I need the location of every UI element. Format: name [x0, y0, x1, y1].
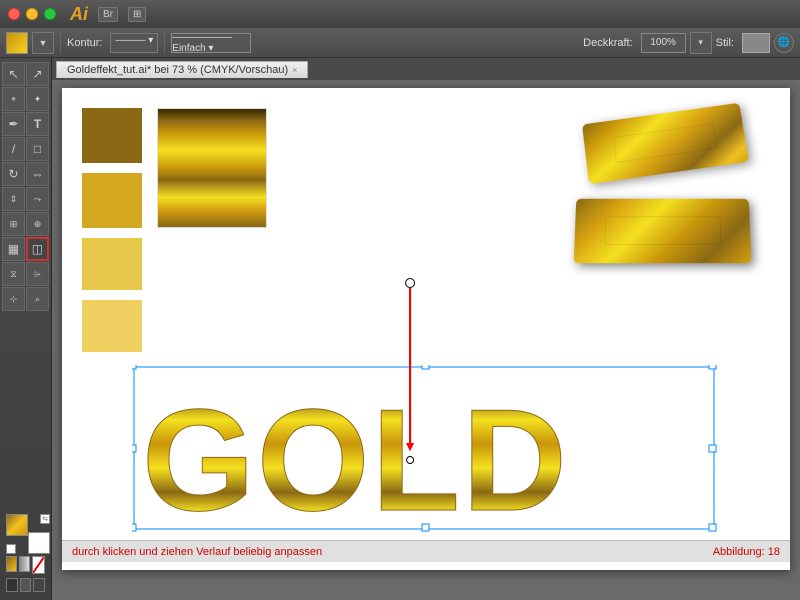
large-gradient-swatch	[157, 108, 267, 228]
width-tools-row: ⇕ ⤳	[2, 187, 49, 211]
pen-tool[interactable]: ✒	[2, 112, 25, 136]
gradient-mode-button[interactable]	[19, 556, 30, 572]
document-tab[interactable]: Goldeffekt_tut.ai* bei 73 % (CMYK/Vorsch…	[56, 61, 308, 78]
swatch-dark-gold	[82, 108, 142, 163]
selection-tools-row: ↖ ↗	[2, 62, 49, 86]
document-canvas[interactable]: ▼	[62, 88, 790, 570]
shape-builder-tool[interactable]: ⊕	[26, 212, 49, 236]
magic-wand-tool[interactable]: ✦	[26, 87, 49, 111]
color-swatches-column	[82, 108, 142, 352]
toolbar: ▼ Kontur: ——— ▾ —————— Einfach ▾ Deckkra…	[0, 28, 800, 58]
gold-text-svg: GOLD GOLD	[132, 365, 722, 535]
gold-bar-bottom	[574, 199, 752, 263]
separator	[60, 33, 61, 53]
kontur-label: Kontur:	[67, 37, 102, 49]
line-tool[interactable]: /	[2, 137, 25, 161]
mirror-tool[interactable]: ⇔	[26, 162, 49, 186]
type-tool[interactable]: T	[26, 112, 49, 136]
gradient-tools-row: ▦ ◫	[2, 237, 49, 261]
graph-tool[interactable]: ▦	[2, 237, 25, 261]
blend-tool[interactable]: ⧖	[2, 262, 25, 286]
rotate-tool[interactable]: ↻	[2, 162, 25, 186]
measure-tool[interactable]: ⊹	[2, 287, 25, 311]
tab-close-button[interactable]: ×	[292, 65, 297, 75]
deckkraft-label: Deckkraft:	[583, 37, 633, 49]
zoom-tools-row: ⊹ ⌕	[2, 287, 49, 311]
titlebar: Ai Br ⊞	[0, 0, 800, 28]
main-area: ↖ ↗ ⌖ ✦ ✒ T / □ ↻ ⇔ ⇕ ⤳ ⊞ ⊕ ▦ ◫	[0, 58, 800, 600]
warp-tool[interactable]: ⤳	[26, 187, 49, 211]
fill-swatch[interactable]	[6, 32, 28, 54]
canvas-content: ▼	[62, 88, 790, 570]
stroke-color-swatch[interactable]	[28, 532, 50, 554]
gradient-arrow-down: ▼	[403, 438, 417, 454]
lasso-tool[interactable]: ⌖	[2, 87, 25, 111]
swatch-light-gold	[82, 238, 142, 290]
screen-full-button[interactable]	[20, 578, 32, 592]
opacity-input[interactable]	[641, 33, 686, 53]
separator2	[164, 33, 165, 53]
gradient-tool-indicator: ▼	[403, 278, 417, 464]
maximize-button[interactable]	[44, 8, 56, 20]
selection-tool[interactable]: ↖	[2, 62, 25, 86]
close-button[interactable]	[8, 8, 20, 20]
rect-tool[interactable]: □	[26, 137, 49, 161]
fill-options[interactable]: ▼	[32, 32, 54, 54]
figure-number: Abbildung: 18	[713, 546, 780, 558]
screen-normal-button[interactable]	[6, 578, 18, 592]
transform-tools-row: ↻ ⇔	[2, 162, 49, 186]
gold-bars-area	[555, 103, 775, 268]
layout-button[interactable]: ⊞	[128, 7, 146, 22]
color-swatches-area: ⇆	[2, 510, 49, 596]
app-icon: Ai	[70, 4, 88, 25]
stroke-style[interactable]: —————— Einfach ▾	[171, 33, 251, 53]
status-bar-canvas: durch klicken und ziehen Verlauf beliebi…	[62, 540, 790, 562]
swatch-bright-gold	[82, 173, 142, 228]
tab-title: Goldeffekt_tut.ai* bei 73 % (CMYK/Vorsch…	[67, 64, 288, 76]
opacity-dropdown[interactable]: ▾	[690, 32, 712, 54]
caption-text: durch klicken und ziehen Verlauf beliebi…	[72, 546, 322, 558]
style-swatch[interactable]	[742, 33, 770, 53]
zoom-tool[interactable]: ⌕	[26, 287, 49, 311]
gradient-tool[interactable]: ◫	[26, 237, 49, 261]
kontur-dropdown[interactable]: ——— ▾	[110, 33, 158, 53]
eyedropper-tool[interactable]: ⌲	[26, 262, 49, 286]
width-tool[interactable]: ⇕	[2, 187, 25, 211]
lasso-tools-row: ⌖ ✦	[2, 87, 49, 111]
gold-bar-top	[582, 103, 749, 184]
color-mode-button[interactable]	[6, 556, 17, 572]
bridge-button[interactable]: Br	[98, 7, 118, 22]
globe-button[interactable]: 🌐	[774, 33, 794, 53]
gradient-end-point[interactable]	[406, 456, 414, 464]
gradient-start-point[interactable]	[405, 278, 415, 288]
svg-text:GOLD: GOLD	[142, 379, 569, 535]
minimize-button[interactable]	[26, 8, 38, 20]
reset-colors-button[interactable]	[6, 544, 16, 554]
canvas-area: Goldeffekt_tut.ai* bei 73 % (CMYK/Vorsch…	[52, 58, 800, 600]
free-transform-row: ⊞ ⊕	[2, 212, 49, 236]
fill-color-swatch[interactable]	[6, 514, 28, 536]
screen-presentation-button[interactable]	[33, 578, 45, 592]
swap-colors-button[interactable]: ⇆	[40, 514, 50, 524]
none-mode-button[interactable]	[32, 556, 45, 574]
line-tools-row: / □	[2, 137, 49, 161]
direct-selection-tool[interactable]: ↗	[26, 62, 49, 86]
free-transform-tool[interactable]: ⊞	[2, 212, 25, 236]
gradient-line-red	[409, 288, 411, 443]
tab-bar: Goldeffekt_tut.ai* bei 73 % (CMYK/Vorsch…	[52, 58, 800, 80]
left-toolbar: ↖ ↗ ⌖ ✦ ✒ T / □ ↻ ⇔ ⇕ ⤳ ⊞ ⊕ ▦ ◫	[0, 58, 52, 600]
stil-label: Stil:	[716, 37, 734, 49]
swatch-pale-gold	[82, 300, 142, 352]
pen-tools-row: ✒ T	[2, 112, 49, 136]
eyedropper-tools-row: ⧖ ⌲	[2, 262, 49, 286]
